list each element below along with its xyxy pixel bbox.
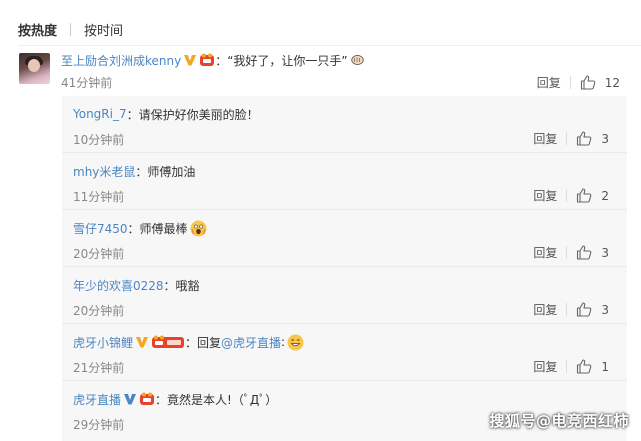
reply-button[interactable]: 回复 bbox=[533, 187, 557, 204]
avatar[interactable] bbox=[19, 53, 50, 84]
reply-username[interactable]: YongRi_7 bbox=[73, 107, 127, 121]
reply-username[interactable]: 虎牙小锦鲤 bbox=[73, 334, 133, 351]
reply-time: 20分钟前 bbox=[73, 247, 125, 261]
like-count: 1 bbox=[601, 359, 609, 374]
action-divider bbox=[566, 189, 568, 202]
reply-item: 虎牙小锦鲤 ：回复 @虎牙直播 : 21分钟前 回复 1 bbox=[62, 324, 627, 381]
reply-time: 21分钟前 bbox=[73, 361, 125, 375]
reply-item: 雪仔7450 ：师傅最棒 20分钟前 回复 3 bbox=[62, 210, 627, 267]
reply-button[interactable]: 回复 bbox=[533, 130, 557, 147]
action-divider bbox=[566, 132, 568, 145]
action-divider bbox=[566, 246, 568, 259]
scared-emoji bbox=[190, 220, 207, 236]
reply-text: ：请保护好你美丽的脸！ bbox=[126, 107, 259, 122]
reply-button[interactable]: 回复 bbox=[533, 358, 557, 375]
verified-v-icon bbox=[184, 55, 197, 66]
thumbs-up-icon[interactable] bbox=[576, 302, 592, 317]
reply-item: 年少的欢喜0228 ：哦豁 20分钟前 回复 3 bbox=[62, 267, 627, 324]
like-count: 3 bbox=[601, 131, 609, 146]
comment-time: 41分钟前 bbox=[61, 76, 113, 90]
comment-username[interactable]: 至上励合刘洲成kenny bbox=[61, 52, 181, 69]
reply-text: ：哦豁 bbox=[163, 278, 200, 293]
reply-username[interactable]: 年少的欢喜0228 bbox=[73, 277, 164, 294]
fan-badge-icon bbox=[140, 392, 155, 405]
action-divider bbox=[566, 360, 568, 373]
grin-emoji bbox=[287, 334, 304, 350]
thumbs-up-icon[interactable] bbox=[580, 75, 596, 90]
reply-time: 11分钟前 bbox=[73, 190, 125, 204]
thumbs-up-icon[interactable] bbox=[576, 245, 592, 260]
action-divider bbox=[569, 76, 571, 89]
thumbs-up-icon[interactable] bbox=[576, 359, 592, 374]
reply-text-suffix: : bbox=[281, 335, 286, 349]
verified-v-icon bbox=[136, 337, 149, 348]
reply-time: 10分钟前 bbox=[73, 133, 125, 147]
mention-link[interactable]: @虎牙直播 bbox=[221, 334, 281, 351]
reply-button[interactable]: 回复 bbox=[533, 301, 557, 318]
reply-username[interactable]: 虎牙直播 bbox=[73, 391, 121, 408]
sort-bar: 按热度 按时间 bbox=[18, 19, 123, 39]
reply-button[interactable]: 回复 bbox=[537, 74, 561, 91]
reply-item: YongRi_7 ：请保护好你美丽的脸！ 10分钟前 回复 3 bbox=[62, 96, 627, 153]
reply-button[interactable]: 回复 bbox=[533, 244, 557, 261]
like-count: 3 bbox=[601, 302, 609, 317]
reply-username[interactable]: 雪仔7450 bbox=[73, 220, 128, 237]
comment-text: ：“我好了，让你一只手” bbox=[215, 53, 348, 68]
reply-time: 20分钟前 bbox=[73, 304, 125, 318]
reply-text: ：师傅最棒 bbox=[127, 221, 188, 236]
sort-by-hot-tab[interactable]: 按热度 bbox=[18, 20, 57, 39]
fist-emoji bbox=[350, 55, 364, 65]
like-count: 3 bbox=[601, 245, 609, 260]
reply-text: ：回复 bbox=[185, 335, 222, 350]
verified-v-icon bbox=[124, 394, 137, 405]
reply-list: YongRi_7 ：请保护好你美丽的脸！ 10分钟前 回复 3 mhy米老鼠 ：… bbox=[62, 96, 627, 441]
reply-text: ：竟然是本人!（ﾟДﾟ） bbox=[155, 392, 278, 407]
thumbs-up-icon[interactable] bbox=[576, 188, 592, 203]
reply-time: 29分钟前 bbox=[73, 418, 125, 432]
sort-by-time-tab[interactable]: 按时间 bbox=[84, 20, 123, 39]
reply-item: mhy米老鼠 ：师傅加油 11分钟前 回复 2 bbox=[62, 153, 627, 210]
reply-username[interactable]: mhy米老鼠 bbox=[73, 163, 135, 180]
reply-text: ：师傅加油 bbox=[135, 164, 196, 179]
fan-badge-icon bbox=[152, 335, 185, 348]
like-count: 2 bbox=[601, 188, 609, 203]
sort-divider bbox=[70, 22, 72, 36]
watermark: 搜狐号@电竞西红柿 bbox=[489, 412, 629, 430]
main-comment: 至上励合刘洲成kenny ：“我好了，让你一只手” 41分钟前 回复 12 bbox=[0, 46, 641, 92]
action-divider bbox=[566, 303, 568, 316]
thumbs-up-icon[interactable] bbox=[576, 131, 592, 146]
like-count: 12 bbox=[604, 75, 620, 90]
fan-badge-icon bbox=[200, 53, 215, 66]
